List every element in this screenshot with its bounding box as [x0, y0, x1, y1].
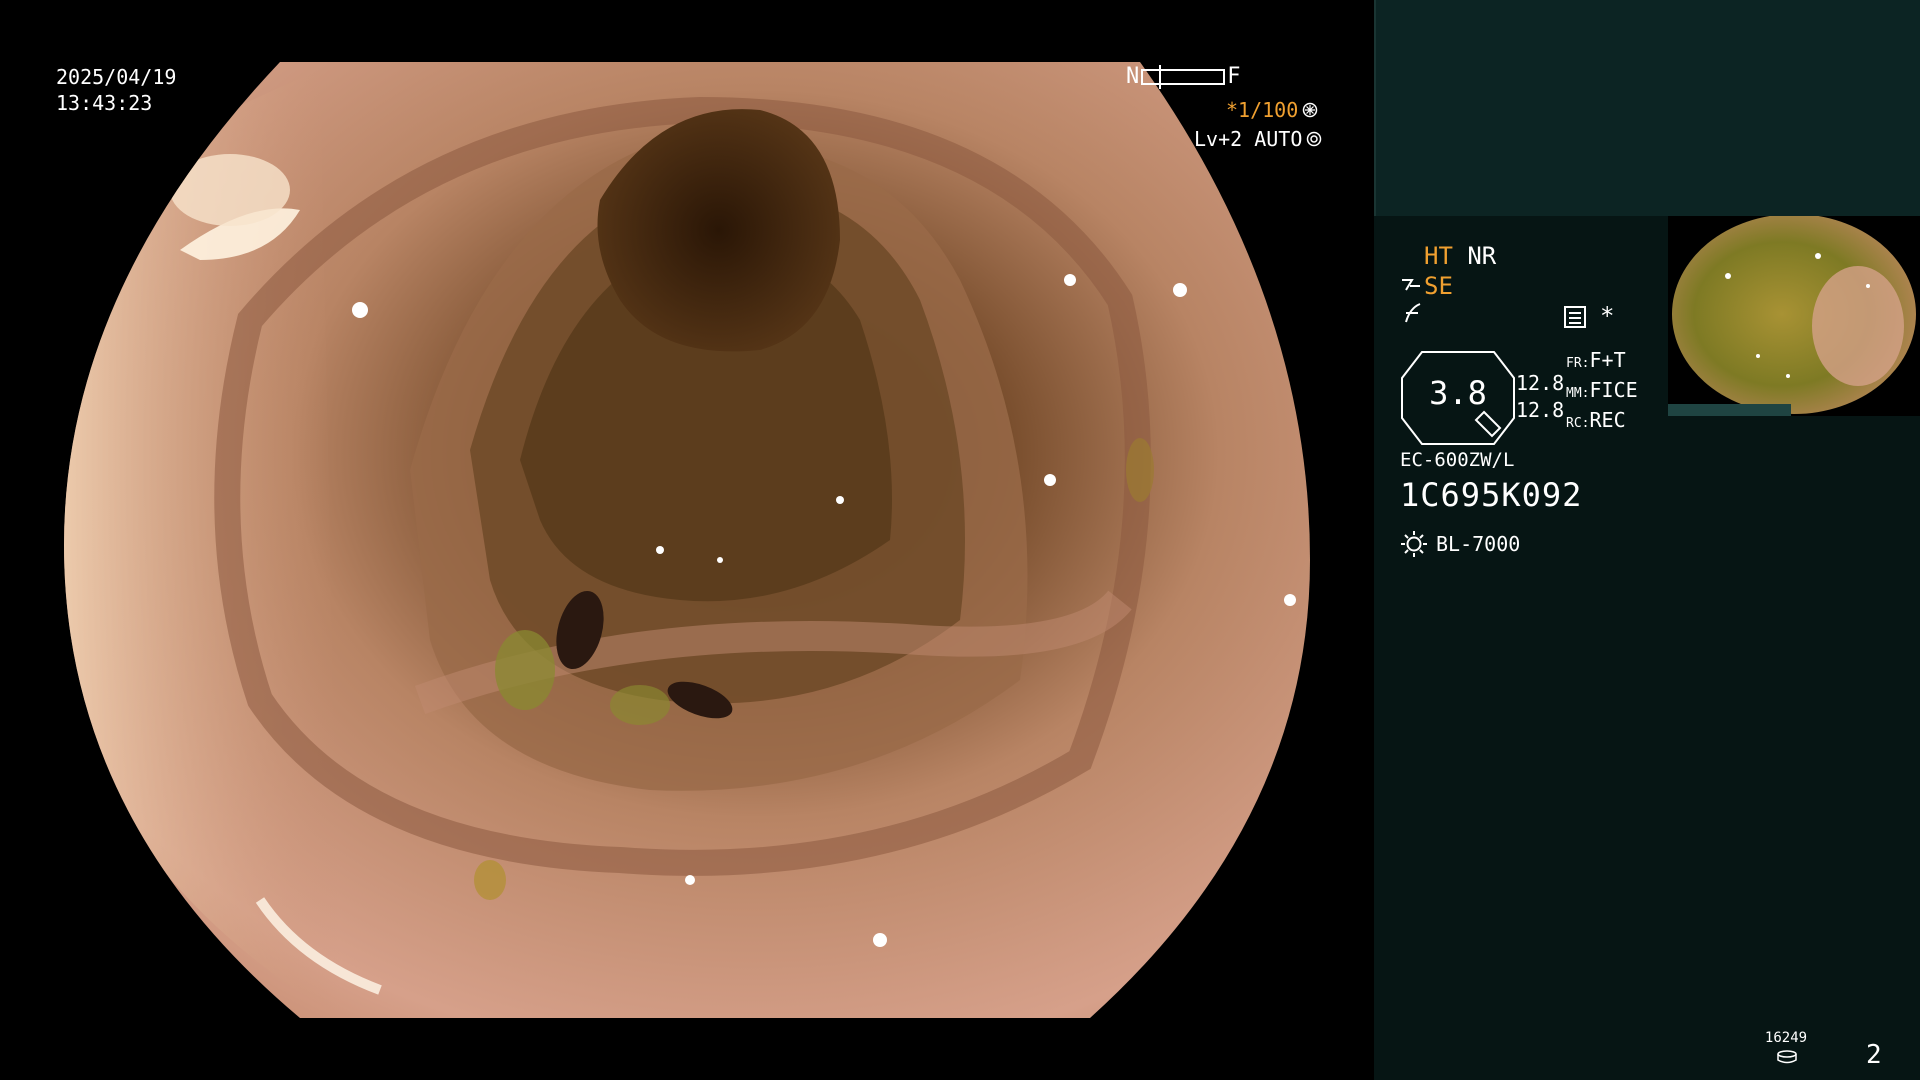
thumbnail-status-bar — [1668, 404, 1791, 416]
time-text: 13:43:23 — [56, 91, 153, 115]
iris-icon — [1307, 131, 1322, 147]
star-indicator: * — [1600, 302, 1615, 330]
shutter-icon — [1303, 102, 1318, 118]
reference-thumbnail[interactable] — [1668, 216, 1920, 416]
enhancement-line: HT NR — [1424, 242, 1496, 270]
mode-settings: FR:F+T MM:FICE RC:REC — [1566, 347, 1638, 437]
mode-value: REC — [1589, 408, 1626, 432]
panel-header-area — [1374, 0, 1920, 216]
mode-key: FR: — [1566, 356, 1590, 371]
datetime: 2025/04/19 13:43:23 — [56, 64, 176, 116]
endoscopic-image — [64, 62, 1310, 1018]
iris-text: Lv+2 AUTO — [1194, 127, 1303, 151]
mode-row: MM:FICE — [1566, 377, 1638, 407]
near-far-gauge: N F — [1126, 64, 1241, 89]
storage-icon — [1777, 1050, 1797, 1064]
endoscopy-main-view: 2025/04/19 13:43:23 N F *1/100 Lv+2 AUTO — [0, 0, 1374, 1080]
iris-mode: Lv+2 AUTO — [1194, 127, 1322, 151]
light-source-label: BL-7000 — [1436, 532, 1521, 556]
light-source: BL-7000 — [1400, 530, 1520, 558]
zoom-value: 3.8 — [1429, 374, 1487, 412]
page-number: 2 — [1866, 1040, 1882, 1070]
mode-value: FICE — [1589, 378, 1638, 402]
mode-key: RC: — [1566, 416, 1590, 431]
light-source-icon — [1401, 531, 1427, 557]
date-text: 2025/04/19 — [56, 65, 177, 89]
se-label: SE — [1424, 272, 1453, 300]
zoom-indicator: 3.8 — [1400, 350, 1516, 446]
gauge-near-label: N — [1126, 64, 1140, 89]
mode-value: F+T — [1589, 348, 1626, 372]
shutter-text: *1/100 — [1226, 98, 1299, 122]
ht-label: HT — [1424, 242, 1453, 270]
scope-serial: 1C695K092 — [1400, 476, 1583, 514]
channel-value-1: 12.8 — [1516, 371, 1565, 395]
mode-row: RC:REC — [1566, 407, 1638, 437]
info-panel: HT NR SE * 3.8 12.8 12.8 FR:F+T MM:FICE … — [1374, 0, 1920, 1080]
se-icon — [1402, 279, 1420, 291]
scope-model: EC-600ZW/L — [1400, 449, 1515, 471]
structure-enhancement-line: SE — [1400, 272, 1453, 300]
shutter-speed: *1/100 — [1226, 98, 1318, 122]
channel-value-2: 12.8 — [1516, 398, 1565, 422]
gauge-bar — [1141, 64, 1226, 89]
image-counter: 16249 — [1764, 1030, 1808, 1046]
channel-values: 12.8 12.8 — [1516, 370, 1564, 424]
gauge-far-label: F — [1227, 64, 1241, 89]
mode-key: MM: — [1566, 386, 1590, 401]
freeze-icon — [1402, 302, 1424, 330]
nr-label: NR — [1467, 242, 1497, 270]
thumbnail-image — [1672, 216, 1916, 414]
settings-list-icon — [1564, 306, 1586, 328]
mode-row: FR:F+T — [1566, 347, 1638, 377]
